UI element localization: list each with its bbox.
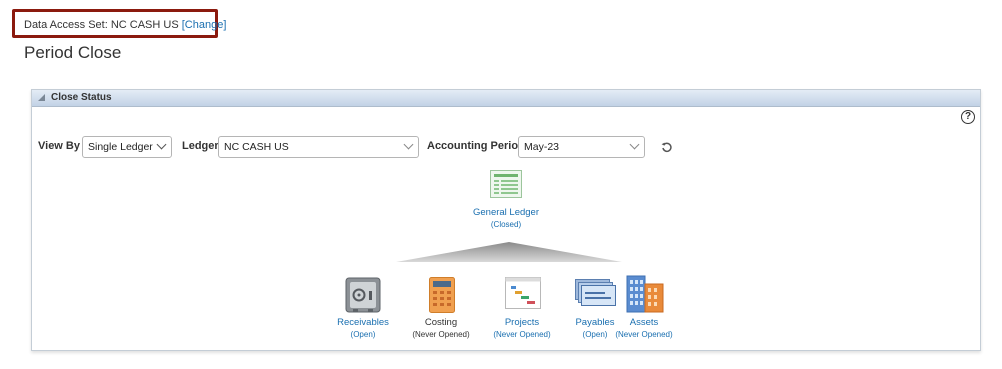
subledger-status: (Never Opened) bbox=[615, 330, 673, 339]
data-access-set: Data Access Set: NC CASH US [Change] bbox=[24, 19, 226, 31]
chevron-down-icon bbox=[156, 139, 167, 150]
accounting-period-select[interactable]: May-23 bbox=[518, 136, 645, 158]
calculator-icon[interactable] bbox=[429, 277, 455, 313]
help-icon[interactable]: ? bbox=[961, 110, 975, 124]
checks-icon[interactable] bbox=[575, 279, 617, 309]
data-access-label: Data Access Set: bbox=[24, 19, 108, 31]
gantt-chart-icon[interactable] bbox=[505, 277, 541, 309]
page-title: Period Close bbox=[24, 43, 122, 62]
collapse-triangle-icon[interactable] bbox=[38, 94, 45, 101]
general-ledger-status: (Closed) bbox=[490, 220, 522, 229]
hierarchy-connector bbox=[396, 242, 622, 262]
general-ledger-name[interactable]: General Ledger bbox=[456, 207, 556, 218]
refresh-icon[interactable] bbox=[661, 142, 673, 154]
accounting-period-value: May-23 bbox=[524, 141, 560, 153]
subledger-name[interactable]: Assets bbox=[594, 317, 694, 328]
safe-icon[interactable] bbox=[345, 277, 381, 313]
panel-header[interactable]: Close Status bbox=[32, 90, 980, 107]
data-access-value: NC CASH US bbox=[110, 19, 179, 31]
view-by-label: View By bbox=[38, 140, 80, 152]
accounting-period-label: Accounting Period bbox=[427, 140, 525, 152]
general-ledger-node[interactable]: General Ledger (Closed) bbox=[456, 207, 556, 229]
panel-title: Close Status bbox=[51, 92, 112, 103]
chevron-down-icon bbox=[629, 139, 640, 150]
close-status-panel: Close Status ? View By Single Ledger Led… bbox=[31, 89, 981, 351]
ledger-label: Ledger bbox=[182, 140, 219, 152]
view-by-value: Single Ledger bbox=[88, 141, 153, 153]
view-by-select[interactable]: Single Ledger bbox=[82, 136, 172, 158]
ledger-select[interactable]: NC CASH US bbox=[218, 136, 419, 158]
chevron-down-icon bbox=[403, 139, 414, 150]
ledger-value: NC CASH US bbox=[224, 141, 289, 153]
change-link[interactable]: [Change] bbox=[182, 19, 227, 31]
buildings-icon[interactable] bbox=[626, 275, 664, 313]
ledger-sheet-icon[interactable] bbox=[490, 170, 522, 198]
subledger-assets[interactable]: Assets (Never Opened) bbox=[594, 317, 694, 339]
